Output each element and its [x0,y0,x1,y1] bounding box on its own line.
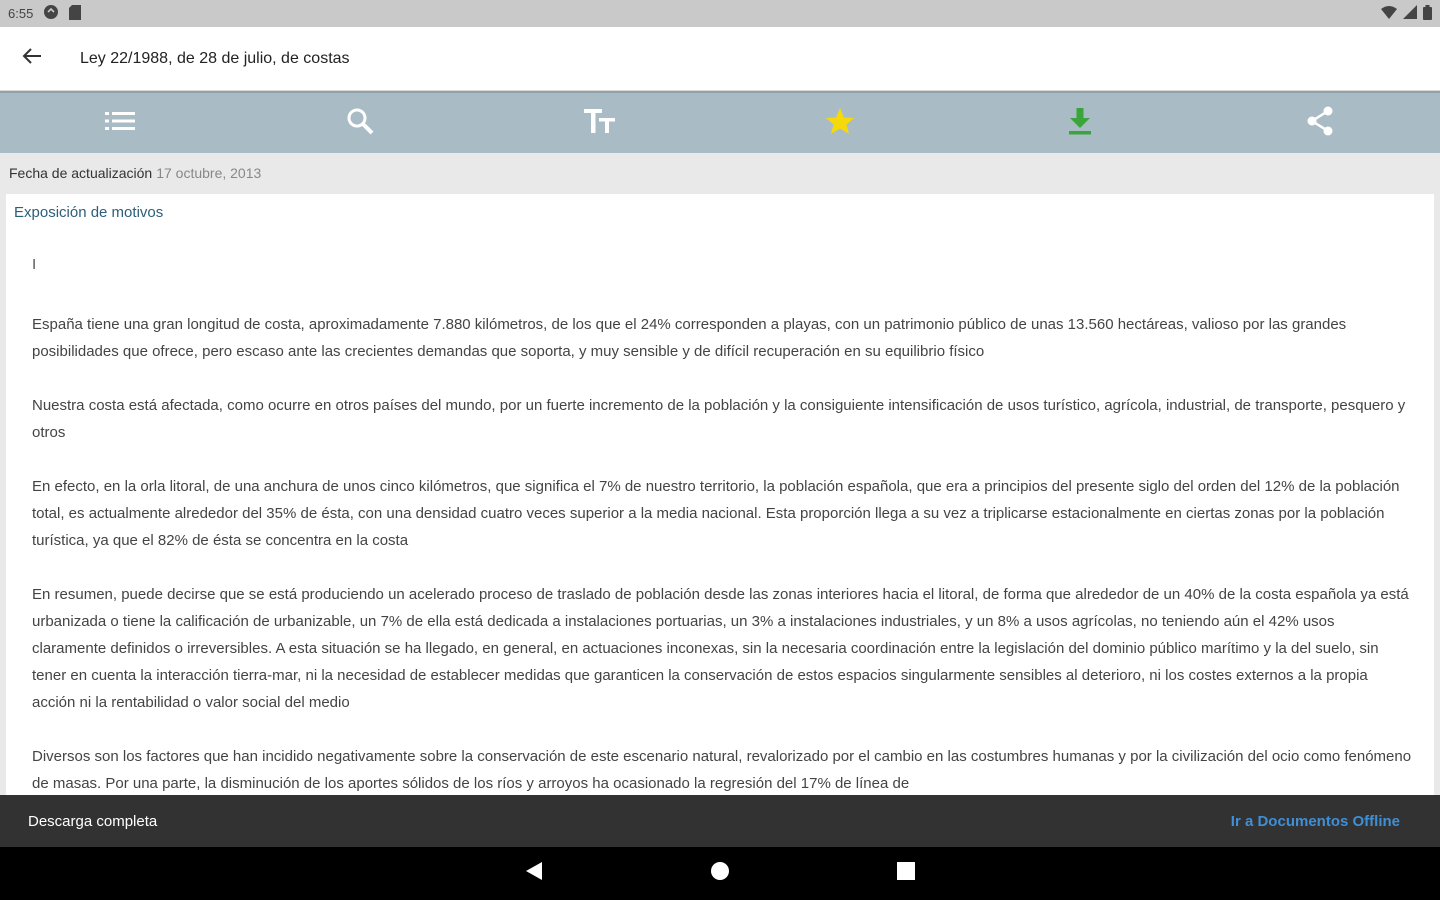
paragraph: En efecto, en la orla litoral, de una an… [32,478,1400,549]
recents-square-icon [897,862,915,885]
search-icon [346,107,374,140]
text-size-icon [584,108,616,139]
document-content[interactable]: Exposición de motivos I España tiene una… [6,194,1434,795]
document-toolbar [0,91,1440,153]
update-date: 17 octubre, 2013 [156,165,262,181]
nav-home-button[interactable] [702,856,738,892]
go-offline-docs-button[interactable]: Ir a Documentos Offline [1231,813,1400,830]
back-button[interactable] [0,27,64,91]
download-snackbar: Descarga completa Ir a Documentos Offlin… [0,795,1440,847]
battery-icon [1423,4,1432,23]
page-title: Ley 22/1988, de 28 de julio, de costas [80,49,350,67]
download-button[interactable] [960,93,1200,153]
snackbar-message: Descarga completa [28,812,158,830]
update-date-row: Fecha de actualización 17 octubre, 2013 [0,153,1440,193]
sync-icon [43,4,59,23]
list-icon [105,110,135,137]
share-button[interactable] [1200,93,1440,153]
download-icon [1068,107,1092,140]
arrow-back-icon [22,47,42,70]
favorite-button[interactable] [720,93,960,153]
wifi-icon [1381,5,1397,22]
section-number: I [32,256,37,273]
nav-recents-button[interactable] [888,856,924,892]
app-bar: Ley 22/1988, de 28 de julio, de costas [0,27,1440,91]
index-button[interactable] [0,93,240,153]
paragraph: Nuestra costa está afectada, como ocurre… [32,397,1406,441]
star-icon [825,107,855,140]
section-title: Exposición de motivos [14,204,164,221]
nav-back-button[interactable] [516,856,552,892]
paragraph: En resumen, puede decirse que se está pr… [32,586,1409,711]
home-circle-icon [710,861,730,886]
update-label: Fecha de actualización [9,165,153,181]
search-button[interactable] [240,93,480,153]
paragraph: Diversos son los factores que han incidi… [32,748,1412,792]
back-triangle-icon [525,861,543,886]
status-bar: 6:55 [0,0,1440,27]
signal-icon [1403,5,1417,22]
sd-card-icon [69,4,82,23]
system-nav-bar [0,847,1440,900]
share-icon [1306,106,1334,141]
paragraph: España tiene una gran longitud de costa,… [32,316,1347,360]
status-time: 6:55 [8,6,34,21]
text-size-button[interactable] [480,93,720,153]
